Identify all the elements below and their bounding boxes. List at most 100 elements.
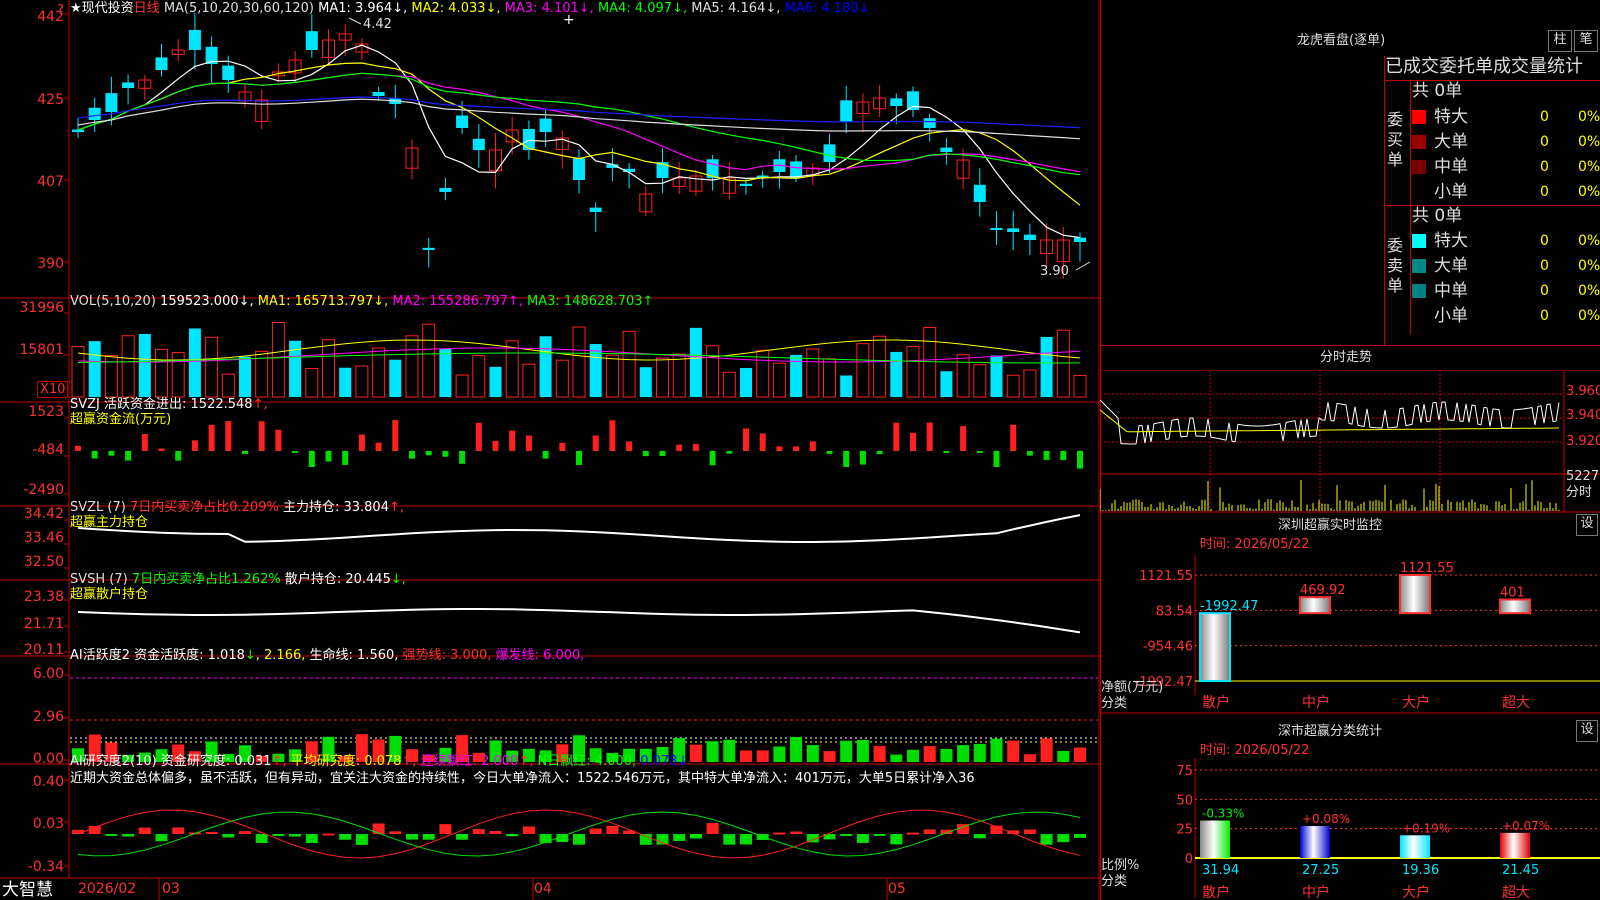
monitor-settings-button[interactable]: 设 [1576,514,1598,536]
sell-row-name: 大单 [1434,256,1468,276]
sell-row-swatch [1412,259,1426,273]
intraday-tick-0: 3.960 [1566,384,1600,399]
fund-flow-bar [709,451,716,466]
classify-value-3: 21.45 [1502,863,1539,878]
volume-bar-down [589,344,602,397]
candle-body-down [539,118,552,132]
volume-bar-down [689,327,702,397]
fund-flow-bar [1060,451,1067,461]
brand-logo: 大智慧 [2,880,53,900]
fund-flow-bar [993,451,1000,468]
tab-bar-view[interactable]: 柱 [1548,30,1572,52]
ai-active-tick-1: 2.96 [32,709,64,725]
classify-bar-大户 [1400,835,1430,858]
dragon-bottom-divider [1100,345,1600,346]
candle-body-down [840,100,853,122]
svzj-legend-item-0: SVZJ 活跃资金进出: 1522.548 [70,397,253,412]
buy-row-name: 小单 [1434,182,1468,202]
activity-bar [773,746,786,762]
stock-title[interactable]: ★现代投资 [70,1,134,16]
intraday-title: 分时走势 [1320,350,1373,365]
classify-change-2: +0.19% [1402,821,1450,835]
volume-bar-up [906,346,920,398]
activity-bar [740,750,752,762]
fund-flow-bar [225,421,232,451]
research-bar [973,834,986,839]
research-bar [689,834,702,839]
buy-row-count: 0 [1540,184,1549,200]
volume-bar-down [539,336,552,397]
fund-flow-bar [793,446,800,451]
research-bar [840,834,853,836]
vol-legend-item-1: 159523.000↓, [160,294,254,309]
sell-row-count: 0 [1540,283,1549,299]
ma-legend-item-1: MA1: 3.964↓, [313,1,408,16]
period-label[interactable]: 日线 [134,1,160,16]
fund-flow-bar [308,451,315,468]
research-bar [272,834,285,836]
monitor-title: 深圳超赢实时监控 [1278,518,1383,533]
svzl-tick-0: 34.42 [23,506,64,522]
tab-tick-view[interactable]: 笔 [1574,30,1598,52]
vol-legend-item-4: MA3: 148628.703↑ [522,294,654,309]
monitor-tick-2: -954.46 [1143,640,1193,655]
candle-body-down [188,30,201,50]
candle-body-down [990,227,1003,230]
classify-bar-超大 [1500,832,1530,858]
intraday-price-line [1100,399,1560,445]
fund-flow-bar [1010,424,1017,451]
buy-title-char: 买 [1387,130,1404,149]
classify-settings-button[interactable]: 设 [1576,720,1598,742]
fund-flow-bar [191,440,198,451]
candle-body-down [456,115,469,128]
activity-bar [940,748,953,762]
activity-bar [923,746,936,762]
monitor-chart[interactable]: 1121.5583.54-954.46-1992.47-1992.47散户469… [1100,555,1600,715]
monitor-bar-超大 [1499,598,1531,615]
volume-bar-up [1023,369,1037,398]
buy-row-pct: 0% [1578,159,1600,175]
sell-title-char: 单 [1387,276,1404,295]
volume-bar-down [990,355,1003,397]
volume-bar-up [522,363,536,398]
candle-body-down [573,158,585,180]
volume-bar-up [355,365,369,398]
research-bar [673,834,686,841]
svzl-tick-1: 33.46 [23,530,64,546]
activity-bar [823,751,836,762]
sell-row-count: 0 [1540,258,1549,274]
ai-research-legend-item-6: N日飘红: 4.000, [533,754,637,769]
monitor-tick-0: 1121.55 [1139,569,1193,584]
candle-body-down [740,183,752,186]
svzj-tick-2: -2490 [23,482,64,498]
ai-research-legend-item-4: 连续飘红: 2.000 [416,754,519,769]
classify-time: 时间: 2026/05/22 [1200,743,1310,758]
fund-flow-bar [425,451,432,456]
intraday-chart[interactable]: 3.960 3.940 3.920 5227分时 [1100,370,1600,515]
volume-bar-down [389,359,402,397]
research-bar [239,831,251,834]
date-tick-3: 05 [888,881,906,897]
volume-bar-up [672,353,686,398]
svzl-legend-item-2: 主力持仓: 33.804 [278,500,389,515]
buy-row-name: 特大 [1434,107,1468,127]
research-bar [255,834,268,843]
volume-bar-up [722,371,736,398]
classify-chart[interactable]: 75 50 25 0 -0.33% 31.94 散户 +0.08% 27.25 中户 +0.19% 1… [1100,758,1600,900]
research-bar [489,831,502,834]
monitor-bar-散户 [1199,612,1231,682]
svsh-legend-item-0: SVSH (7) [70,572,132,587]
volume-bar-up [772,362,786,398]
vol-legend-item-3: MA2: 155286.797↑, [388,294,523,309]
activity-bar [1023,754,1036,762]
research-bar [790,831,803,834]
classify-change-1: +0.08% [1302,812,1350,826]
price-tick-0: 442 [37,9,64,25]
buy-row-pct: 0% [1578,134,1600,150]
ai-research-legend-item-0: AI研究度2(10) 资金研究度: 0.031 [70,754,272,769]
buy-row-name: 中单 [1434,157,1468,177]
candle-body-down [222,65,235,80]
classify-tick-2: 25 [1176,823,1193,838]
research-bar [1023,829,1036,834]
ai-active-legend-item-0: AI活跃度2 资金活跃度: 1.018 [70,648,245,663]
